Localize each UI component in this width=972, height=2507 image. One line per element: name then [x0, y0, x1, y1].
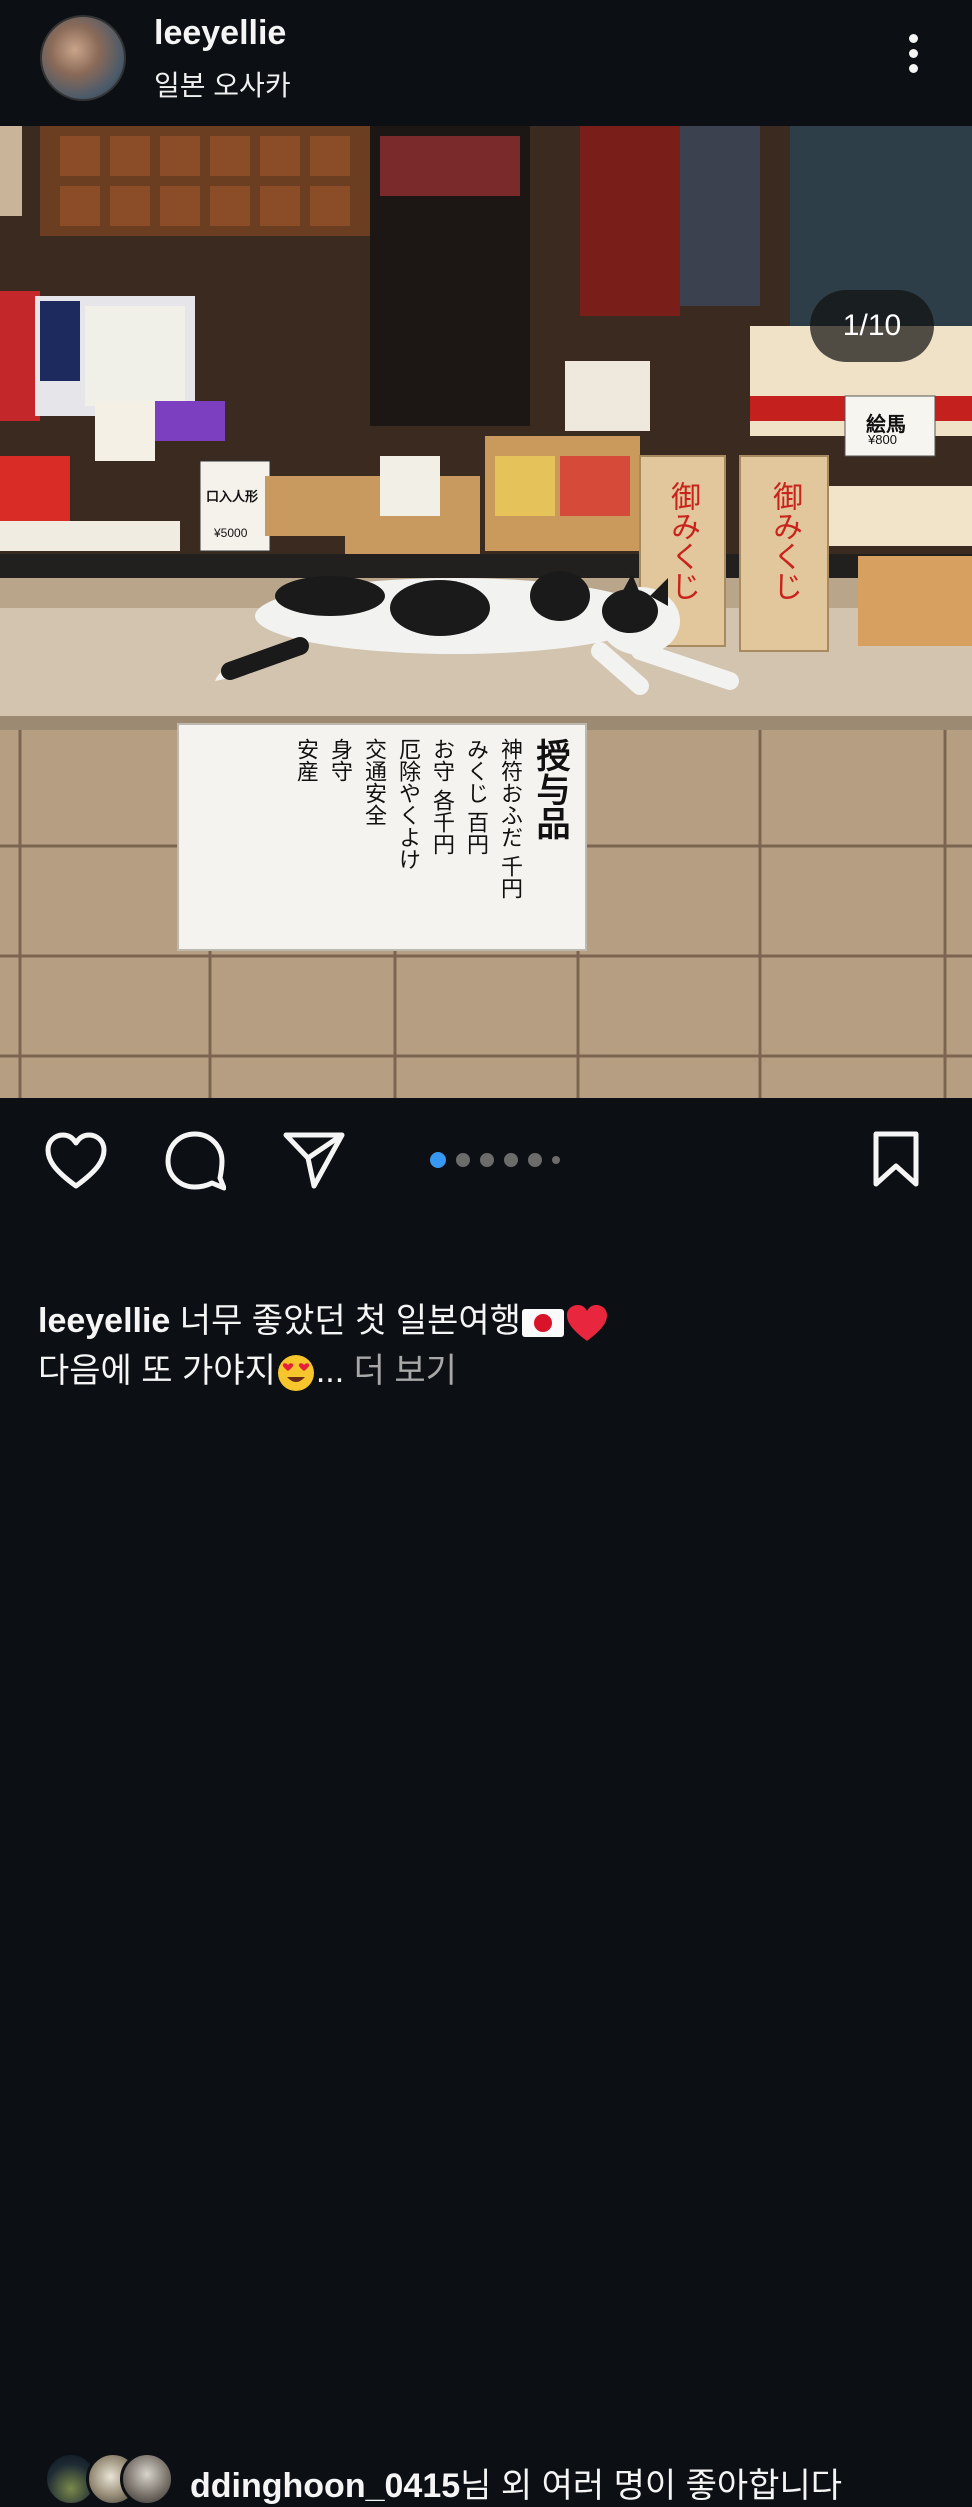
caption-more-link[interactable]: 더 보기 — [354, 1352, 457, 1390]
japan-flag-icon — [521, 1309, 564, 1338]
caption-username[interactable]: leeyellie — [38, 1302, 170, 1340]
sign-text: 授与品 神符おふだ 千円 みくじ 百円 お守 各千円 厄除やくよけ 交通安全 身… — [200, 738, 570, 938]
heart-eyes-icon — [277, 1355, 314, 1392]
carousel-indicator — [430, 1152, 560, 1168]
omikuji-label-2: 御みくじ — [767, 481, 802, 601]
omikuji-label-1: 御みくじ — [665, 481, 700, 601]
carousel-dot — [528, 1153, 542, 1167]
shrine-cat-photo — [0, 126, 972, 1098]
bookmark-icon[interactable] — [872, 1130, 920, 1188]
more-options-icon[interactable] — [896, 30, 930, 80]
likes-text: ddinghoon_0415님 외 여러 명이 좋아합니다 — [190, 2458, 842, 2507]
sign-item: 安産 — [293, 738, 318, 782]
red-heart-icon — [566, 1305, 607, 1342]
sign-item: 厄除やくよけ — [395, 738, 420, 870]
likes-suffix: 님 외 여러 명이 좋아합니다 — [460, 2467, 843, 2505]
post-photo[interactable]: 授与品 神符おふだ 千円 みくじ 百円 お守 各千円 厄除やくよけ 交通安全 身… — [0, 126, 972, 1098]
sign-item: みくじ 百円 — [463, 738, 488, 855]
carousel-dot — [456, 1153, 470, 1167]
carousel-dot — [504, 1153, 518, 1167]
sign-item: 交通安全 — [361, 738, 386, 826]
caption-ellipsis: ... — [315, 1352, 345, 1390]
liker-username[interactable]: ddinghoon_0415 — [190, 2467, 460, 2505]
carousel-dot-active — [430, 1152, 446, 1168]
post-header: leeyellie 일본 오사카 — [0, 0, 972, 126]
post-username[interactable]: leeyellie — [154, 14, 286, 53]
carousel-dot — [552, 1156, 560, 1164]
comment-icon[interactable] — [164, 1130, 226, 1192]
user-avatar[interactable] — [40, 15, 126, 101]
caption-line-1: 너무 좋았던 첫 일본여행 — [179, 1302, 521, 1340]
image-counter: 1/10 — [810, 290, 934, 362]
sign-title: 授与品 — [530, 738, 570, 840]
heart-icon[interactable] — [44, 1132, 108, 1190]
ema-price: ¥800 — [868, 432, 897, 447]
sign-item: 身守 — [327, 738, 352, 782]
doll-price: ¥5000 — [214, 526, 248, 540]
likes-row[interactable]: ddinghoon_0415님 외 여러 명이 좋아합니다 — [0, 1224, 972, 2506]
doll-label: 口入人形 — [206, 489, 259, 504]
sign-item: 神符おふだ 千円 — [497, 738, 522, 899]
share-icon[interactable] — [282, 1130, 346, 1190]
caption-line-2: 다음에 또 가야지 — [38, 1352, 276, 1390]
sign-item: お守 各千円 — [429, 738, 454, 855]
liker-avatar — [120, 2452, 174, 2506]
carousel-dot — [480, 1153, 494, 1167]
post-location[interactable]: 일본 오사카 — [154, 64, 291, 104]
post-caption: leeyellie 너무 좋았던 첫 일본여행 다음에 또 가야지... 더 보… — [38, 1296, 958, 1396]
